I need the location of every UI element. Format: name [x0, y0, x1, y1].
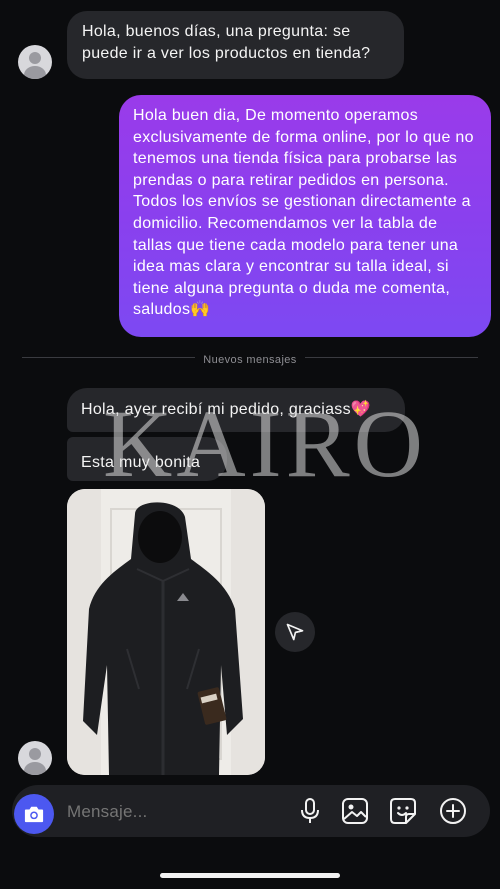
send-icon [286, 623, 304, 641]
camera-button[interactable] [14, 794, 54, 834]
jacket-photo [67, 489, 265, 775]
message-input[interactable] [67, 802, 287, 822]
avatar-body-shape [24, 66, 46, 79]
avatar-head-shape [29, 52, 41, 64]
sticker-button[interactable] [389, 797, 417, 825]
contact-avatar[interactable] [18, 741, 52, 775]
home-indicator [160, 873, 340, 878]
share-photo-button[interactable] [275, 612, 315, 652]
new-messages-label: Nuevos mensajes [195, 354, 305, 366]
message-text: Hola buen dia, De momento operamos exclu… [133, 107, 474, 319]
photo-message[interactable] [67, 489, 265, 775]
contact-avatar[interactable] [18, 45, 52, 79]
plus-circle-icon [440, 798, 466, 824]
sticker-icon [390, 798, 416, 824]
message-text: Hola, buenos días, una pregunta: se pued… [82, 23, 371, 62]
new-messages-label-row: Nuevos mensajes [0, 350, 500, 368]
microphone-icon [301, 798, 319, 823]
message-text: Hola, ayer recibí mi pedido, graciass💖 [81, 401, 372, 418]
message-bubble-incoming[interactable]: Hola, ayer recibí mi pedido, graciass💖 [67, 388, 405, 432]
message-bubble-outgoing[interactable]: Hola buen dia, De momento operamos exclu… [119, 95, 491, 337]
message-text: Esta muy bonita [81, 454, 201, 471]
avatar-head-shape [29, 748, 41, 760]
microphone-button[interactable] [296, 797, 324, 825]
camera-icon [24, 806, 44, 823]
image-icon [342, 798, 368, 824]
gallery-button[interactable] [341, 797, 369, 825]
message-bubble-incoming[interactable]: Hola, buenos días, una pregunta: se pued… [67, 11, 404, 79]
avatar-body-shape [24, 762, 46, 775]
add-attachment-button[interactable] [439, 797, 467, 825]
message-bubble-incoming[interactable]: Esta muy bonita [67, 437, 227, 481]
